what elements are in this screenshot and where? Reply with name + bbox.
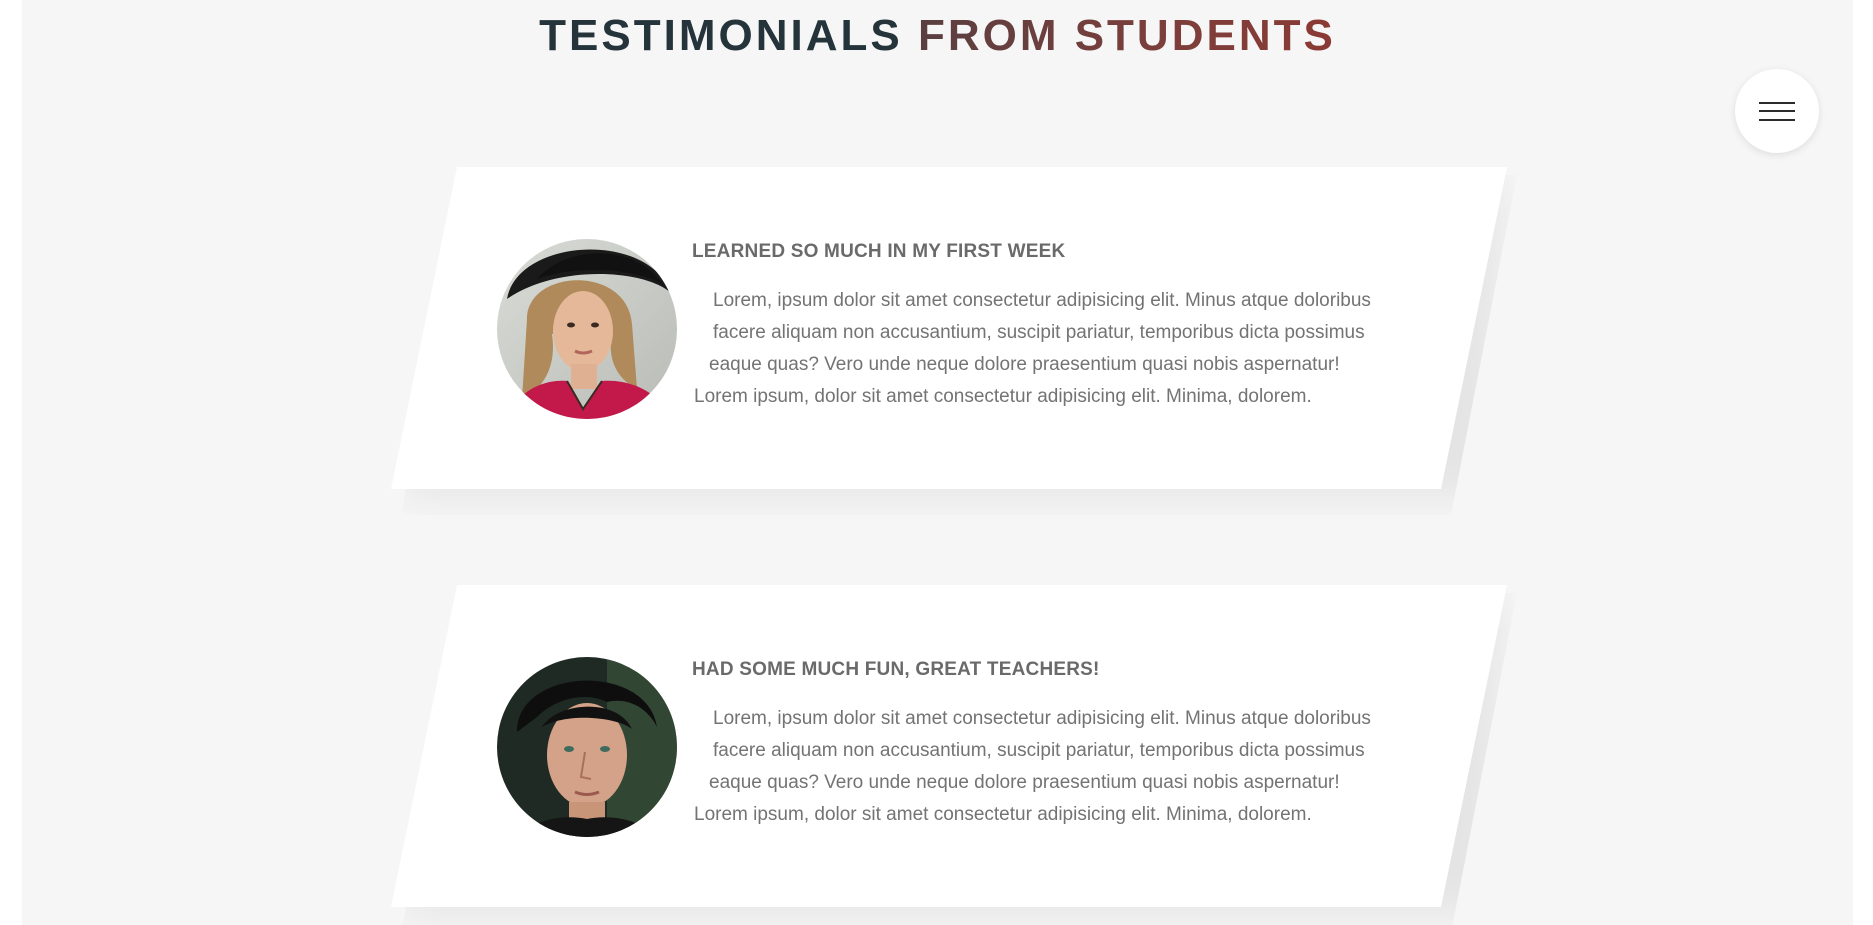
avatar	[497, 239, 677, 419]
testimonial-text-line: Lorem, ipsum dolor sit amet consectetur …	[713, 708, 1371, 729]
page-title: TESTIMONIALS FROM STUDENTS	[22, 10, 1853, 62]
testimonial-card: LEARNED SO MUCH IN MY FIRST WEEK Lorem, …	[391, 167, 1507, 497]
page: TESTIMONIALS FROM STUDENTS LEARNED SO MU…	[22, 0, 1853, 925]
testimonial-text: Lorem, ipsum dolor sit amet consectetur …	[692, 285, 1392, 413]
testimonial-text-line: Lorem ipsum, dolor sit amet consectetur …	[694, 804, 1312, 825]
testimonial-text-line: Lorem ipsum, dolor sit amet consectetur …	[694, 386, 1312, 407]
testimonial-title: LEARNED SO MUCH IN MY FIRST WEEK	[692, 241, 1066, 262]
testimonial-text-line: eaque quas? Vero unde neque dolore praes…	[709, 354, 1340, 375]
testimonial-title: HAD SOME MUCH FUN, GREAT TEACHERS!	[692, 659, 1100, 680]
testimonial-text-line: facere aliquam non accusantium, suscipit…	[713, 322, 1365, 343]
avatar	[497, 657, 677, 837]
testimonial-text-line: Lorem, ipsum dolor sit amet consectetur …	[713, 290, 1371, 311]
menu-button[interactable]	[1735, 69, 1819, 153]
testimonial-card: HAD SOME MUCH FUN, GREAT TEACHERS! Lorem…	[391, 585, 1507, 915]
testimonial-text: Lorem, ipsum dolor sit amet consectetur …	[692, 703, 1392, 831]
page-title-part1: TESTIMONIALS	[539, 11, 903, 60]
testimonial-text-line: facere aliquam non accusantium, suscipit…	[713, 740, 1365, 761]
testimonial-text-line: eaque quas? Vero unde neque dolore praes…	[709, 772, 1340, 793]
page-title-part2: FROM STUDENTS	[917, 11, 1336, 60]
